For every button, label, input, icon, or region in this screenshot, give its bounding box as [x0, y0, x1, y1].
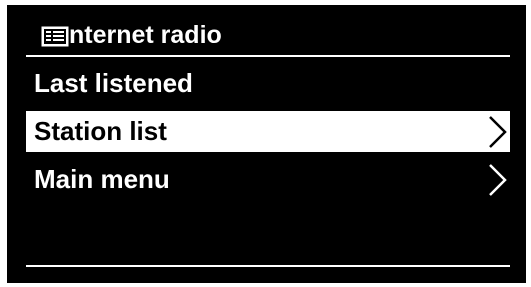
menu-item-label: Main menu — [34, 164, 170, 194]
chevron-right-icon — [486, 162, 508, 198]
chevron-right-icon — [486, 114, 508, 150]
footer-divider — [26, 265, 510, 267]
menu-item-main-menu[interactable]: Main menu — [26, 159, 510, 200]
menu-item-label: Station list — [34, 116, 167, 146]
internet-radio-icon — [41, 26, 71, 50]
menu-item-label: Last listened — [34, 68, 193, 98]
menu-item-last-listened[interactable]: Last listened — [26, 63, 510, 104]
header-divider — [26, 55, 510, 57]
menu-item-station-list[interactable]: Station list — [26, 111, 510, 152]
screen-title: nternet radio — [69, 21, 222, 49]
radio-display-screen: nternet radio Last listened Station list… — [7, 5, 526, 283]
screen-header: nternet radio — [7, 5, 526, 60]
